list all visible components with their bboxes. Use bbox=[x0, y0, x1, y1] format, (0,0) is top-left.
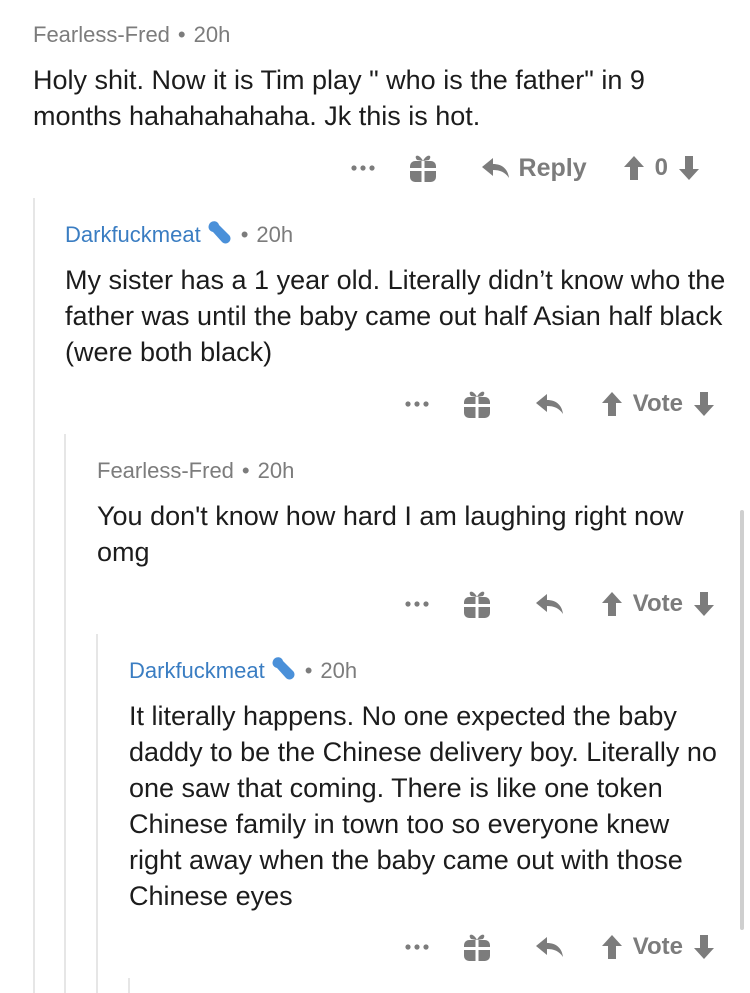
comment-4: Darkfuckmeat • 20h It literally happens.… bbox=[129, 656, 750, 914]
gift-icon[interactable] bbox=[393, 152, 453, 184]
vote-label: Vote bbox=[632, 933, 683, 960]
thread-line-1[interactable] bbox=[33, 198, 35, 993]
username[interactable]: Darkfuckmeat bbox=[129, 658, 265, 684]
more-icon[interactable] bbox=[387, 400, 447, 408]
wrench-icon bbox=[207, 219, 233, 251]
wrench-icon bbox=[271, 655, 297, 687]
scrollbar[interactable] bbox=[740, 510, 744, 930]
more-icon[interactable] bbox=[387, 600, 447, 608]
reply-label: Reply bbox=[518, 153, 587, 182]
username[interactable]: Fearless-Fred bbox=[97, 458, 234, 484]
gift-icon[interactable] bbox=[447, 588, 507, 620]
upvote-icon[interactable] bbox=[601, 934, 623, 960]
comment-meta: Fearless-Fred • 20h bbox=[97, 456, 750, 486]
comment-meta: Darkfuckmeat • 20h bbox=[129, 656, 750, 686]
thread-line-4[interactable] bbox=[128, 978, 130, 993]
comment-meta: Darkfuckmeat • 20h bbox=[65, 220, 750, 250]
more-icon[interactable] bbox=[387, 943, 447, 951]
comment-1: Fearless-Fred • 20h Holy shit. Now it is… bbox=[33, 20, 750, 134]
timestamp: 20h bbox=[256, 222, 294, 247]
downvote-icon[interactable] bbox=[693, 591, 715, 617]
reply-arrow-icon bbox=[481, 158, 509, 178]
username[interactable]: Darkfuckmeat bbox=[65, 222, 201, 248]
reply-button[interactable] bbox=[535, 592, 565, 616]
gift-icon[interactable] bbox=[447, 931, 507, 963]
meta-separator: • bbox=[304, 658, 313, 683]
thread-line-3[interactable] bbox=[96, 634, 98, 993]
vote-group: Vote bbox=[601, 590, 715, 618]
reply-button[interactable] bbox=[535, 935, 565, 959]
comment-2: Darkfuckmeat • 20h My sister has a 1 yea… bbox=[65, 220, 750, 370]
reply-arrow-icon bbox=[535, 594, 563, 614]
meta-separator: • bbox=[241, 458, 250, 483]
comment-4-actions: Vote bbox=[387, 929, 715, 965]
vote-group: Vote bbox=[601, 933, 715, 961]
upvote-icon[interactable] bbox=[601, 591, 623, 617]
meta-separator: • bbox=[240, 222, 249, 247]
upvote-icon[interactable] bbox=[601, 391, 623, 417]
upvote-icon[interactable] bbox=[623, 155, 645, 181]
downvote-icon[interactable] bbox=[678, 155, 700, 181]
timestamp: 20h bbox=[193, 22, 231, 47]
meta-separator: • bbox=[177, 22, 186, 47]
gift-icon[interactable] bbox=[447, 388, 507, 420]
comment-text: My sister has a 1 year old. Literally di… bbox=[65, 265, 726, 367]
comment-text: You don't know how hard I am laughing ri… bbox=[97, 501, 684, 567]
more-icon[interactable] bbox=[333, 164, 393, 172]
vote-score: 0 bbox=[654, 154, 668, 181]
vote-label: Vote bbox=[632, 590, 683, 617]
downvote-icon[interactable] bbox=[693, 391, 715, 417]
vote-group: 0 bbox=[623, 154, 700, 182]
username[interactable]: Fearless-Fred bbox=[33, 22, 170, 48]
comment-3: Fearless-Fred • 20h You don't know how h… bbox=[97, 456, 750, 570]
reply-arrow-icon bbox=[535, 937, 563, 957]
downvote-icon[interactable] bbox=[693, 934, 715, 960]
comment-meta: Fearless-Fred • 20h bbox=[33, 20, 750, 50]
vote-group: Vote bbox=[601, 390, 715, 418]
vote-label: Vote bbox=[632, 390, 683, 417]
comment-text: It literally happens. No one expected th… bbox=[129, 701, 717, 911]
comment-text: Holy shit. Now it is Tim play " who is t… bbox=[33, 65, 645, 131]
timestamp: 20h bbox=[257, 458, 295, 483]
thread-line-2[interactable] bbox=[64, 434, 66, 993]
reply-arrow-icon bbox=[535, 394, 563, 414]
comment-1-actions: Reply 0 bbox=[333, 150, 700, 186]
reply-button[interactable]: Reply bbox=[481, 154, 587, 183]
timestamp: 20h bbox=[320, 658, 358, 683]
comment-2-actions: Vote bbox=[387, 386, 715, 422]
comment-3-actions: Vote bbox=[387, 586, 715, 622]
reply-button[interactable] bbox=[535, 392, 565, 416]
